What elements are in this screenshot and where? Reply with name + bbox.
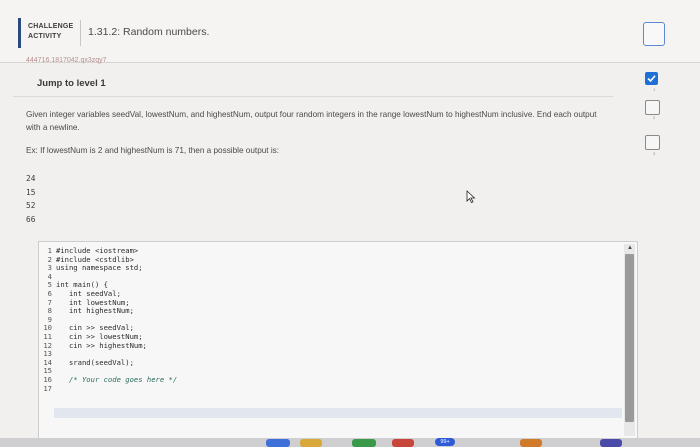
level-1-number: 1 (653, 87, 656, 92)
code-text[interactable]: #include <iostream> #include <cstdlib> usi… (56, 246, 177, 394)
taskbar-app-icon[interactable] (520, 439, 542, 447)
challenge-page: CHALLENGE ACTIVITY 1.31.2: Random number… (0, 0, 700, 447)
editor-scrollbar-thumb[interactable] (625, 254, 634, 422)
level-3-number: 3 (653, 151, 656, 156)
code-line[interactable]: cin >> highestNum; (56, 341, 177, 351)
taskbar (0, 438, 700, 447)
header-divider (80, 20, 81, 46)
completion-checkbox-icon (643, 22, 665, 46)
jump-to-level-label[interactable]: Jump to level 1 (37, 78, 106, 89)
header-accent-bar (18, 18, 21, 48)
level-3-icon[interactable] (645, 135, 660, 150)
code-line[interactable]: /* Your code goes here */ (56, 375, 177, 385)
line-number: 17 (43, 383, 52, 393)
taskbar-app-icon[interactable] (266, 439, 290, 447)
level-2-number: 2 (653, 115, 656, 120)
output-line: 52 (26, 201, 36, 210)
taskbar-app-icon[interactable] (392, 439, 414, 447)
badge-line-1: CHALLENGE (28, 23, 74, 30)
notification-badge: 99+ (435, 438, 455, 446)
challenge-activity-badge: CHALLENGE ACTIVITY (28, 22, 78, 42)
code-line[interactable] (56, 385, 177, 394)
taskbar-app-icon[interactable] (300, 439, 322, 447)
activity-title: 1.31.2: Random numbers. (88, 26, 210, 38)
example-output: 24 15 52 66 (26, 172, 35, 226)
output-line: 24 (26, 174, 36, 183)
example-text: Ex: If lowestNum is 2 and highestNum is … (26, 146, 280, 155)
code-line[interactable]: using namespace std; (56, 264, 177, 273)
scroll-up-arrow-icon[interactable]: ▲ (627, 245, 633, 251)
badge-line-2: ACTIVITY (28, 33, 62, 40)
code-line[interactable]: srand(seedVal); (56, 358, 177, 368)
problem-description: Given integer variables seedVal, lowestN… (26, 110, 597, 132)
taskbar-app-icon[interactable] (600, 439, 622, 447)
line-number-gutter: 1 2 3 4 5 6 7 8 9 10 11 12 13 14 15 16 17 (38, 246, 52, 393)
level-2-icon[interactable] (645, 100, 660, 115)
output-line: 66 (26, 214, 36, 224)
output-line: 15 (26, 187, 36, 197)
activity-header: CHALLENGE ACTIVITY 1.31.2: Random number… (0, 0, 700, 63)
level-1-complete-icon[interactable] (645, 72, 658, 85)
mouse-cursor-icon (466, 190, 476, 204)
activity-id: 444716.1817042.qx3zqy7 (26, 57, 107, 64)
active-line-highlight (54, 408, 622, 418)
taskbar-app-icon[interactable] (352, 439, 376, 447)
check-icon (647, 75, 656, 83)
code-line[interactable]: int highestNum; (56, 307, 177, 316)
